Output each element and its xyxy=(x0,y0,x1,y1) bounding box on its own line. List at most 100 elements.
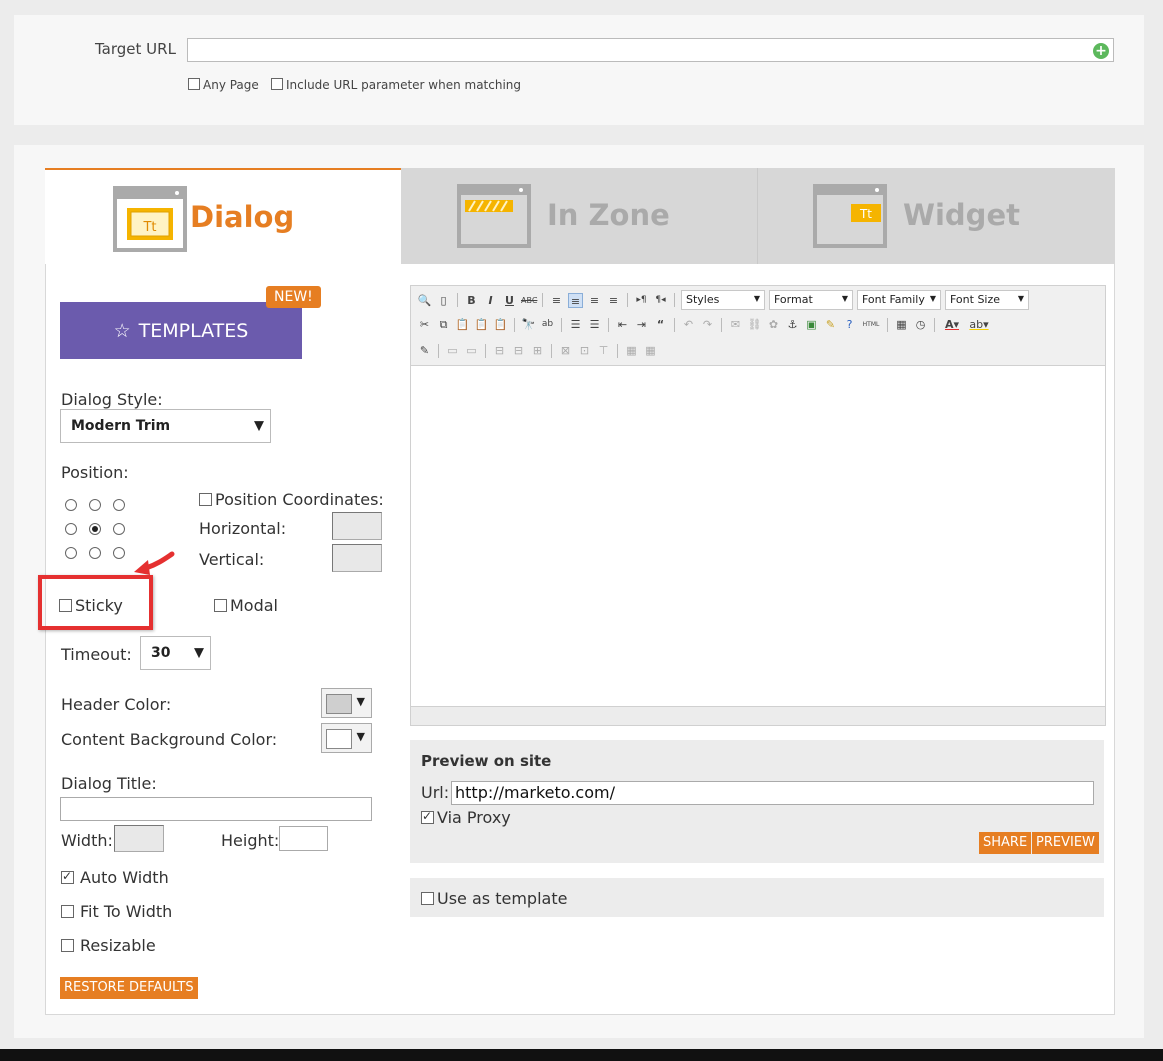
width-input[interactable] xyxy=(114,825,164,852)
share-button[interactable]: SHARE xyxy=(979,832,1032,854)
text-color-icon[interactable]: A▾ xyxy=(941,317,963,332)
preview-url-input[interactable]: http://marketo.com/ xyxy=(451,781,1094,805)
modal-checkbox[interactable] xyxy=(214,599,227,612)
blockquote-icon[interactable]: “ xyxy=(653,317,668,332)
merge-icon[interactable]: ⊠ xyxy=(558,343,573,358)
strikethrough-icon[interactable]: ABC xyxy=(521,293,537,308)
paste-word-icon[interactable]: 📋 xyxy=(493,317,508,332)
underline-icon[interactable]: U xyxy=(502,293,517,308)
numbered-list-icon[interactable]: ☰ xyxy=(587,317,602,332)
height-input[interactable] xyxy=(279,826,328,851)
fit-to-width-checkbox[interactable] xyxy=(61,905,74,918)
bulleted-list-icon[interactable]: ☰ xyxy=(568,317,583,332)
timeout-select[interactable]: 30 ▼ xyxy=(140,636,211,670)
any-page-option[interactable]: Any Page xyxy=(188,74,259,93)
align-right-icon[interactable]: ≡ xyxy=(587,293,602,308)
position-radio-bottom-left[interactable] xyxy=(65,547,77,559)
sticky-option[interactable]: Sticky xyxy=(59,596,123,615)
include-param-option[interactable]: Include URL parameter when matching xyxy=(271,74,521,93)
italic-icon[interactable]: I xyxy=(483,293,498,308)
bold-icon[interactable]: B xyxy=(464,293,479,308)
tab-inzone[interactable]: In Zone xyxy=(401,168,758,264)
html-icon[interactable]: HTML xyxy=(861,317,881,332)
link-icon[interactable]: ✉ xyxy=(728,317,743,332)
sticky-checkbox[interactable] xyxy=(59,599,72,612)
cleanup-icon[interactable]: ✎ xyxy=(823,317,838,332)
paste-text-icon[interactable]: 📋 xyxy=(474,317,489,332)
position-radio-bottom-right[interactable] xyxy=(113,547,125,559)
align-left-icon[interactable]: ≡ xyxy=(549,293,564,308)
new-page-icon[interactable]: ▯ xyxy=(436,293,451,308)
redo-icon[interactable]: ↷ xyxy=(700,317,715,332)
tab-dialog[interactable]: Tt Dialog xyxy=(45,168,401,264)
position-radio-top-right[interactable] xyxy=(113,499,125,511)
replace-icon[interactable]: ab xyxy=(540,317,555,332)
position-radio-center[interactable] xyxy=(89,523,101,535)
cut-icon[interactable]: ✂ xyxy=(417,317,432,332)
preview-button[interactable]: PREVIEW xyxy=(1032,832,1099,854)
copy-icon[interactable]: ⧉ xyxy=(436,317,451,332)
cell-icon[interactable]: ▭ xyxy=(464,343,479,358)
use-as-template-option[interactable]: Use as template xyxy=(421,889,567,908)
calendar-icon[interactable]: ▦ xyxy=(894,317,909,332)
help-icon[interactable]: ? xyxy=(842,317,857,332)
outdent-icon[interactable]: ⇤ xyxy=(615,317,630,332)
align-justify-icon[interactable]: ≡ xyxy=(606,293,621,308)
target-url-input[interactable]: + xyxy=(187,38,1114,62)
align-center-icon[interactable]: ≡ xyxy=(568,292,583,308)
dialog-style-select[interactable]: Modern Trim ▼ xyxy=(60,409,271,443)
modal-option[interactable]: Modal xyxy=(214,596,278,615)
clock-icon[interactable]: ◷ xyxy=(913,317,928,332)
undo-icon[interactable]: ↶ xyxy=(681,317,696,332)
position-radio-middle-right[interactable] xyxy=(113,523,125,535)
rtl-icon[interactable]: ¶◂ xyxy=(653,293,668,308)
paste-icon[interactable]: 📋 xyxy=(455,317,470,332)
position-coordinates-option[interactable]: Position Coordinates: xyxy=(199,490,384,509)
format-select[interactable]: Format ▼ xyxy=(769,290,853,310)
position-radio-middle-left[interactable] xyxy=(65,523,77,535)
resizable-option[interactable]: Resizable xyxy=(61,936,156,955)
insert-col-icon[interactable]: ⊞ xyxy=(530,343,545,358)
position-radio-top-left[interactable] xyxy=(65,499,77,511)
font-family-select[interactable]: Font Family ▼ xyxy=(857,290,941,310)
position-coordinates-checkbox[interactable] xyxy=(199,493,212,506)
use-as-template-checkbox[interactable] xyxy=(421,892,434,905)
auto-width-option[interactable]: Auto Width xyxy=(61,868,169,887)
row-icon[interactable]: ▭ xyxy=(445,343,460,358)
edit-icon[interactable]: ✎ xyxy=(417,343,432,358)
spell-icon[interactable]: ✿ xyxy=(766,317,781,332)
find-icon[interactable]: 🔭 xyxy=(521,317,536,332)
restore-defaults-button[interactable]: RESTORE DEFAULTS xyxy=(60,977,198,999)
tab-widget[interactable]: Tt Widget xyxy=(758,168,1115,264)
insert-row-icon[interactable]: ⊟ xyxy=(492,343,507,358)
font-size-select[interactable]: Font Size ▼ xyxy=(945,290,1029,310)
table-icon[interactable]: ▦ xyxy=(624,343,639,358)
include-param-checkbox[interactable] xyxy=(271,78,283,90)
preview-icon[interactable]: 🔍 xyxy=(417,293,432,308)
any-page-checkbox[interactable] xyxy=(188,78,200,90)
position-radio-bottom-center[interactable] xyxy=(89,547,101,559)
via-proxy-checkbox[interactable] xyxy=(421,809,434,824)
split-icon[interactable]: ⊡ xyxy=(577,343,592,358)
via-proxy-option[interactable]: Via Proxy xyxy=(421,808,511,827)
horizontal-input[interactable] xyxy=(332,512,382,540)
indent-icon[interactable]: ⇥ xyxy=(634,317,649,332)
table-props-icon[interactable]: ▦ xyxy=(643,343,658,358)
header-color-picker[interactable]: ▼ xyxy=(321,688,372,718)
image-icon[interactable]: ▣ xyxy=(804,317,819,332)
dialog-title-input[interactable] xyxy=(60,797,372,821)
resizable-checkbox[interactable] xyxy=(61,939,74,952)
unlink-icon[interactable]: ⛓ xyxy=(747,317,762,332)
ltr-icon[interactable]: ▸¶ xyxy=(634,293,649,308)
anchor-icon[interactable]: ⚓ xyxy=(785,317,800,332)
fit-to-width-option[interactable]: Fit To Width xyxy=(61,902,172,921)
vertical-input[interactable] xyxy=(332,544,382,572)
delete-row-icon[interactable]: ⊟ xyxy=(511,343,526,358)
styles-select[interactable]: Styles ▼ xyxy=(681,290,765,310)
auto-width-checkbox[interactable] xyxy=(61,869,74,884)
highlight-color-icon[interactable]: ab▾ xyxy=(967,317,991,332)
templates-button[interactable]: ☆ TEMPLATES xyxy=(60,302,302,359)
content-bg-color-picker[interactable]: ▼ xyxy=(321,723,372,753)
add-url-icon[interactable]: + xyxy=(1093,43,1109,59)
props-icon[interactable]: ⊤ xyxy=(596,343,611,358)
